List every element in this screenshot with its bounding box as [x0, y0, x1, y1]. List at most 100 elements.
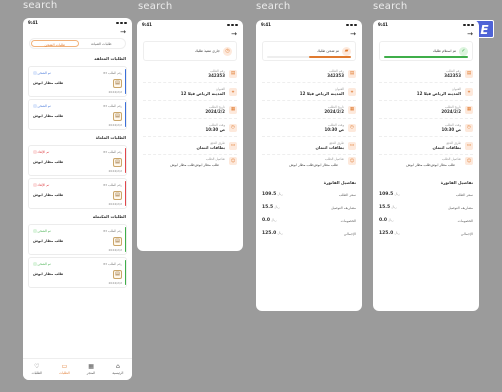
product-thumb-icon: ▤: [113, 236, 122, 246]
invoice-label: الخصومات: [457, 218, 473, 223]
back-arrow-icon[interactable]: →: [137, 29, 243, 38]
order-date: 2024/2/2: [108, 122, 122, 127]
section-pending: الطلبات المعلقة: [94, 56, 126, 61]
status-badge: تم الشحن: [33, 262, 51, 266]
detail-value: 342353: [444, 73, 461, 78]
order-title: طلب مطار ابوش: [33, 81, 64, 85]
detail-icon: ▭: [229, 141, 237, 150]
nav-label: المتجر: [86, 371, 96, 375]
section-completed: الطلبات المكتملة: [92, 214, 126, 219]
heart-icon: ♡: [34, 363, 40, 370]
order-number: رقم الطلب 83: [103, 71, 122, 75]
invoice-value: 109.5: [379, 192, 394, 197]
detail-value: بطاقات ائتمان: [196, 145, 225, 150]
status-stripe: [124, 69, 126, 94]
detail-icon: ⌖: [465, 87, 473, 96]
status-bar: 9:41: [137, 20, 243, 29]
order-title: طلب مطار ابوش: [33, 193, 64, 197]
status-dot-icon: [33, 150, 37, 154]
order-type-tabs: طلبات الشحن طلبات الصيانة: [29, 38, 126, 49]
product-thumb-icon: ▤: [113, 78, 122, 88]
receiver-name: طلب مطار ابوش: [313, 163, 338, 167]
detail-value: 10:30 ص: [441, 127, 461, 132]
nav-account[interactable]: ♡ الطلبات: [31, 363, 43, 376]
order-card[interactable]: تم الشحن رقم الطلب 83 طلب مطار ابوش ▤ 2024/2…: [28, 99, 127, 130]
back-arrow-icon[interactable]: →: [256, 29, 362, 38]
order-card[interactable]: تم الإلغاء رقم الطلب 83 طلب مطار ابوش ▤ 2024…: [28, 145, 127, 176]
detail-row: تاريخ الطلب 2024/2/2 ▦: [373, 101, 479, 118]
invoice-value: 15.5: [379, 205, 391, 210]
bottom-nav: ♡ الطلبات ▭ الطلبات ▦ المتجر ⌂ الرئيسية: [23, 358, 132, 380]
receiver-name: طلب مطار ابوش: [289, 163, 314, 167]
invoice-row: ريال 0.0 الخصومات: [256, 214, 362, 227]
nav-label: الرئيسية: [112, 371, 124, 375]
detail-value: 10:30 ص: [205, 127, 225, 132]
detail-row: وقت الطلب 10:30 ص ◷: [373, 119, 479, 136]
caption-3: search: [256, 1, 291, 12]
detail-value: بطاقات ائتمان: [315, 145, 344, 150]
status-time: 9:41: [261, 22, 271, 27]
status-label: تم الشحن: [37, 71, 51, 75]
tab-maintenance[interactable]: طلبات الصيانة: [79, 40, 125, 47]
caption-4: search: [373, 1, 408, 12]
status-time: 9:41: [28, 20, 38, 25]
status-label: تم الشحن: [37, 262, 51, 266]
status-dot-icon: [33, 262, 37, 266]
detail-value: 2024/2/2: [441, 109, 461, 114]
detail-row: العنوان المدينة الرياض فيلا 12 ⌖: [256, 83, 362, 100]
status-stripe: [124, 227, 126, 252]
nav-home[interactable]: ⌂ الرئيسية: [112, 364, 124, 376]
receiver-name: طلب مطار ابوش: [194, 163, 219, 167]
status-badge: تم الإلغاء: [33, 183, 49, 187]
status-dot-icon: [33, 104, 37, 108]
invoice-row: ريال 15.5 مصاريف التوصيل: [256, 201, 362, 214]
caption-2: search: [138, 1, 173, 12]
status-dot-icon: [33, 71, 37, 75]
detail-value: المدينة الرياض فيلا 12: [180, 91, 225, 96]
invoice-title: تفاصيل الفاتورة: [323, 180, 356, 185]
currency: ريال: [277, 231, 283, 235]
status-badge: تم الشحن: [33, 229, 51, 233]
invoice-label: الخصومات: [340, 218, 356, 223]
nav-orders[interactable]: ▭ الطلبات: [59, 364, 69, 376]
currency: ريال: [391, 205, 397, 209]
invoice-row: ريال 125.0 الإجمالي: [373, 227, 479, 240]
detail-row: رقم الطلب 342353 ▤: [373, 65, 479, 82]
order-card[interactable]: تم الشحن رقم الطلب 83 طلب مطار ابوش ▤ 2024/2…: [28, 66, 127, 97]
currency: ريال: [394, 231, 400, 235]
status-badge: تم الشحن: [33, 71, 51, 75]
back-arrow-icon[interactable]: →: [373, 29, 479, 38]
invoice-value: 125.0: [379, 231, 394, 236]
detail-row: العنوان المدينة الرياض فيلا 12 ⌖: [373, 83, 479, 100]
currency: ريال: [394, 192, 400, 196]
nav-store[interactable]: ▦ المتجر: [86, 363, 96, 376]
shipping-progress-bar: [384, 56, 468, 58]
tab-shipping[interactable]: طلبات الشحن: [31, 40, 79, 47]
status-bar: 9:41: [23, 18, 132, 27]
detail-value: المدينة الرياض فيلا 12: [416, 91, 461, 96]
status-label: تم الشحن: [37, 229, 51, 233]
clock-icon: ◷: [223, 46, 232, 56]
status-time: 9:41: [142, 22, 152, 27]
person-icon: ☺: [229, 157, 237, 165]
detail-icon: ◷: [229, 123, 237, 132]
order-card[interactable]: تم الإلغاء رقم الطلب 83 طلب مطار ابوش ▤ 2024…: [28, 178, 127, 209]
product-thumb-icon: ▤: [113, 190, 122, 200]
detail-row: تفاصيل الطلب طلب مطار ابوش طلب مطار ابوش ☺: [256, 155, 362, 177]
order-status-text: تم شحن طلبك: [317, 49, 339, 53]
invoice-value: 109.5: [262, 192, 277, 197]
order-status-text: تم استلام طلبك: [432, 49, 456, 53]
store-icon: ▦: [88, 363, 94, 370]
nav-label: الطلبات: [31, 371, 43, 375]
order-card[interactable]: تم الشحن رقم الطلب 83 طلب مطار ابوش ▤ 2024/2…: [28, 257, 127, 288]
order-card[interactable]: تم الشحن رقم الطلب 83 طلب مطار ابوش ▤ 2024/2…: [28, 224, 127, 255]
status-label: تم الإلغاء: [37, 150, 50, 154]
product-thumb-icon: ▤: [113, 111, 122, 121]
invoice-row: ريال 0.0 الخصومات: [373, 214, 479, 227]
invoice-row: ريال 15.5 مصاريف التوصيل: [373, 201, 479, 214]
status-label: تم الشحن: [37, 104, 51, 108]
status-label: تم الإلغاء: [37, 183, 50, 187]
person-icon: ☺: [348, 157, 356, 165]
back-arrow-icon[interactable]: →: [23, 27, 132, 36]
detail-value: 10:30 ص: [324, 127, 344, 132]
